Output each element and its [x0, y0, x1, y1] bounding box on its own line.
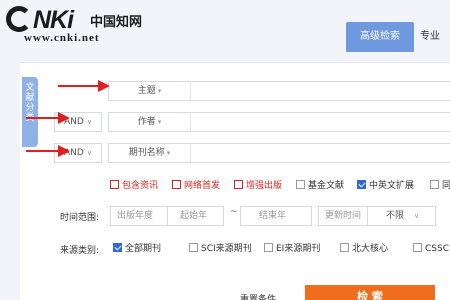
source-ei[interactable]: EI来源期刊: [264, 243, 320, 255]
option-label: 同: [442, 181, 450, 191]
source-sci[interactable]: SCI来源期刊: [189, 243, 252, 255]
end-year-input[interactable]: 结束年: [240, 206, 312, 226]
field-select-1[interactable]: 主题 ▾: [109, 82, 191, 100]
source-type-label: 来源类别:: [60, 246, 100, 256]
field-select-label: 主题: [137, 86, 156, 96]
start-year-input[interactable]: 起始年: [168, 206, 224, 226]
source-label: 北大核心: [352, 244, 389, 254]
search-input-3[interactable]: [192, 144, 450, 162]
search-row-1: 主题 ▾: [108, 81, 450, 101]
search-row-2: 作者 ▾: [108, 112, 450, 132]
update-time-select[interactable]: 不限 ∨: [368, 206, 436, 226]
source-label: 全部期刊: [125, 244, 162, 254]
option-label: 网络首发: [184, 181, 221, 191]
logo-url: www.cnki.net: [24, 32, 100, 44]
chevron-down-icon: ∨: [86, 149, 92, 157]
time-range-label: 时间范围:: [60, 213, 100, 223]
annotation-arrow-1: [58, 80, 110, 92]
option-fund-docs[interactable]: 基金文献: [296, 180, 344, 192]
checkbox[interactable]: [430, 180, 439, 189]
tab-professional[interactable]: 专业: [420, 22, 450, 52]
chevron-down-icon: ▾: [157, 118, 162, 126]
checkbox[interactable]: [340, 243, 349, 252]
checkbox-checked[interactable]: [357, 180, 366, 189]
update-time-label: 更新时间: [318, 206, 368, 226]
option-label: 中英文扩展: [369, 181, 415, 191]
checkbox[interactable]: [189, 243, 198, 252]
logo-mark: NKi: [6, 6, 74, 34]
chevron-down-icon: ∨: [86, 118, 92, 126]
tab-advanced-search[interactable]: 高级检索: [346, 22, 414, 52]
search-input-1[interactable]: [192, 82, 450, 100]
checkbox[interactable]: [264, 243, 273, 252]
checkbox[interactable]: [413, 243, 422, 252]
checkbox[interactable]: [296, 180, 305, 189]
cnki-logo[interactable]: NKi 中国知网 www.cnki.net: [6, 4, 156, 44]
source-cssci[interactable]: CSSC: [413, 243, 449, 255]
option-label: 包含资讯: [122, 181, 159, 191]
source-pku-core[interactable]: 北大核心: [340, 243, 388, 255]
logo-c-shape: [6, 6, 32, 32]
pub-year-select[interactable]: 出版年度: [110, 206, 168, 226]
option-label: 增强出版: [246, 181, 283, 191]
checkbox[interactable]: [172, 180, 181, 189]
annotation-arrow-3: [26, 145, 70, 157]
source-all-journals[interactable]: 全部期刊: [113, 243, 161, 255]
source-label: EI来源期刊: [276, 244, 321, 254]
search-row-3: 期刊名称 ▾: [108, 143, 450, 163]
source-label: CSSC: [425, 244, 449, 254]
update-time-value: 不限: [386, 211, 405, 221]
option-synonym[interactable]: 同: [430, 180, 450, 192]
chevron-down-icon: ▾: [166, 149, 171, 157]
field-select-3[interactable]: 期刊名称 ▾: [109, 144, 191, 162]
logo-chinese: 中国知网: [90, 15, 143, 30]
field-select-2[interactable]: 作者 ▾: [109, 113, 191, 131]
checkbox[interactable]: [110, 180, 119, 189]
option-label: 基金文献: [308, 181, 345, 191]
checkbox-checked[interactable]: [113, 243, 122, 252]
option-enhanced-pub[interactable]: 增强出版: [234, 180, 282, 192]
range-separator: ~: [230, 207, 238, 217]
source-label: SCI来源期刊: [201, 244, 252, 254]
annotation-arrow-2: [26, 112, 70, 124]
checkbox[interactable]: [234, 180, 243, 189]
search-input-2[interactable]: [192, 113, 450, 131]
option-online-first[interactable]: 网络首发: [172, 180, 220, 192]
field-select-label: 期刊名称: [128, 148, 165, 158]
chevron-down-icon: ∨: [414, 212, 420, 220]
option-cn-en-expand[interactable]: 中英文扩展: [357, 180, 414, 192]
chevron-down-icon: ▾: [157, 87, 162, 95]
search-button[interactable]: 检 索: [305, 285, 435, 300]
option-include-news[interactable]: 包含资讯: [110, 180, 158, 192]
logo-text: NKi: [33, 6, 74, 34]
field-select-label: 作者: [137, 117, 156, 127]
reset-conditions-link[interactable]: 重置条件: [240, 292, 276, 300]
